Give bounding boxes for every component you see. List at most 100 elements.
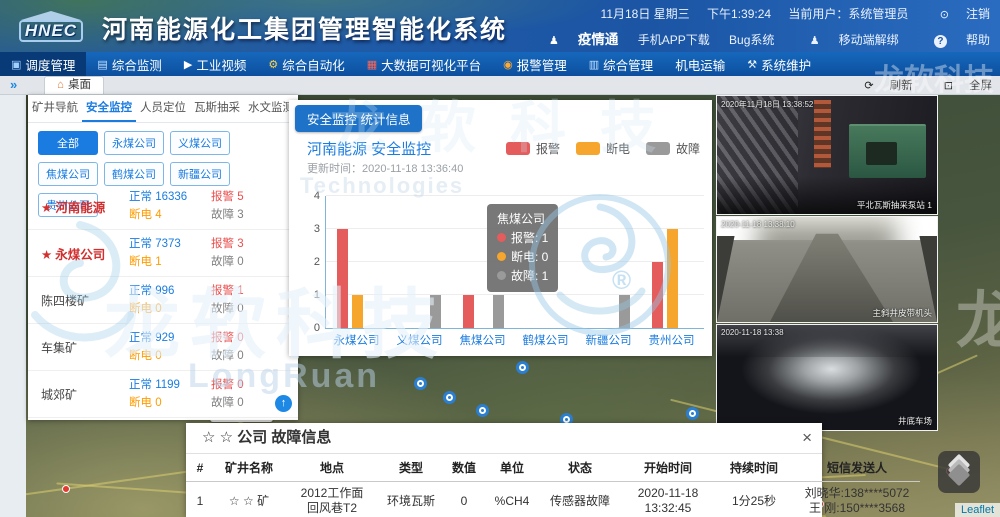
nav-item-label: 大数据可视化平台 bbox=[381, 55, 481, 74]
company-name: 陈四楼矿 bbox=[28, 292, 129, 309]
camera-timestamp: 2020-11-18 13:38 bbox=[721, 328, 784, 337]
company-stats-row[interactable]: ★永煤公司正常 7373断电 1报警 3故障 0 bbox=[28, 230, 298, 277]
camera-location-label: 主斜井皮带机头 bbox=[872, 307, 932, 319]
fault-count: 故障 0 bbox=[211, 347, 293, 365]
bar-故障-焦煤公司[interactable] bbox=[493, 295, 504, 328]
table-column-header: 类型 bbox=[380, 454, 442, 482]
link-app-download[interactable]: 手机APP下载 bbox=[638, 33, 710, 47]
company-name: 城郊矿 bbox=[28, 386, 129, 403]
scroll-up-button[interactable]: ↑ bbox=[275, 395, 292, 412]
nav-item-label: 调度管理 bbox=[25, 55, 75, 74]
map-marker[interactable] bbox=[476, 404, 489, 417]
table-cell: 环境瓦斯 bbox=[380, 482, 442, 517]
company-name: ★河南能源 bbox=[28, 197, 129, 216]
table-cell: 1分25秒 bbox=[714, 482, 794, 517]
fault-count: 故障 0 bbox=[211, 253, 293, 271]
link-bug-system[interactable]: Bug系统 bbox=[729, 33, 774, 47]
bar-报警-永煤公司[interactable] bbox=[337, 229, 348, 328]
chart-header-button[interactable]: 安全监控 统计信息 bbox=[295, 105, 422, 132]
fullscreen-button[interactable]: ⊡全屏 bbox=[930, 80, 992, 92]
map-marker[interactable] bbox=[516, 361, 529, 374]
table-column-header: 短信发送人 bbox=[794, 454, 920, 482]
header-links-row: ♟疫情通 手机APP下载 Bug系统 ♟移动端解绑 ?帮助 bbox=[517, 28, 990, 48]
nav-item-electromechanical-transport[interactable]: 机电运输 bbox=[664, 52, 736, 76]
panel-tab-personnel-location[interactable]: 人员定位 bbox=[136, 95, 190, 122]
nav-item-label: 工业视频 bbox=[196, 55, 246, 74]
x-axis-label[interactable]: 新疆公司 bbox=[577, 332, 640, 348]
company-stats-row[interactable]: 车集矿正常 929断电 0报警 0故障 0 bbox=[28, 324, 298, 371]
nav-item-integrated-automation[interactable]: ⚙综合自动化 bbox=[257, 52, 355, 76]
link-mobile-unbind[interactable]: ♟移动端解绑 bbox=[794, 33, 899, 47]
layers-control[interactable] bbox=[938, 451, 980, 493]
close-icon[interactable]: × bbox=[802, 423, 812, 453]
map-attribution[interactable]: Leaflet bbox=[955, 503, 1000, 517]
bar-断电-贵州公司[interactable] bbox=[667, 229, 678, 328]
stat-col-right: 报警 5故障 3 bbox=[211, 188, 293, 224]
table-row[interactable]: 1☆ ☆ 矿2012工作面 回风巷T2环境瓦斯0%CH4传感器故障2020-11… bbox=[186, 482, 920, 517]
x-axis-label[interactable]: 焦煤公司 bbox=[451, 332, 514, 348]
power-off-count: 断电 1 bbox=[129, 253, 211, 271]
panel-tab-gas-extraction[interactable]: 瓦斯抽采 bbox=[190, 95, 244, 122]
x-axis-label[interactable]: 永煤公司 bbox=[325, 332, 388, 348]
company-stats-row[interactable]: 城郊矿正常 1199断电 0报警 0故障 0 bbox=[28, 371, 298, 418]
table-cell: 1 bbox=[186, 482, 214, 517]
camera-feed-1[interactable]: 2020年11月18日 13:38:52 平北瓦斯抽采泵站 1 bbox=[716, 95, 938, 215]
map-marker[interactable] bbox=[414, 377, 427, 390]
screen-icon: ▤ bbox=[97, 58, 107, 71]
camera-scene bbox=[849, 124, 926, 178]
company-stats-row[interactable]: 陈四楼矿正常 996断电 0报警 1故障 0 bbox=[28, 277, 298, 324]
legend-item-报警[interactable]: 报警 bbox=[506, 140, 560, 157]
link-yiqingtong[interactable]: ♟疫情通 bbox=[533, 32, 618, 47]
nav-item-label: 综合自动化 bbox=[282, 55, 345, 74]
normal-count: 正常 929 bbox=[129, 329, 211, 347]
panel-tab-mine-navigation[interactable]: 矿井导航 bbox=[28, 95, 82, 122]
collapse-chevron-icon[interactable]: » bbox=[10, 77, 17, 92]
header-status-row: 11月18日 星期三 下午1:39:24 当前用户：系统管理员 ⊙注销 bbox=[517, 5, 990, 22]
camera-column: 2020年11月18日 13:38:52 平北瓦斯抽采泵站 1 2020-11-… bbox=[716, 95, 938, 432]
filter-button-yongmei[interactable]: 永煤公司 bbox=[104, 131, 164, 155]
bar-故障-新疆公司[interactable] bbox=[619, 295, 630, 328]
logout-button[interactable]: ⊙注销 bbox=[926, 7, 990, 21]
nav-item-industrial-video[interactable]: ▶工业视频 bbox=[173, 52, 257, 76]
camera-feed-3[interactable]: 2020-11-18 13:38 井底车场 bbox=[716, 324, 938, 431]
stat-col-left: 正常 16336断电 4 bbox=[129, 188, 211, 224]
filter-button-yimei[interactable]: 义煤公司 bbox=[170, 131, 230, 155]
bar-断电-永煤公司[interactable] bbox=[352, 295, 363, 328]
map-marker[interactable] bbox=[686, 407, 699, 420]
nav-item-integrated-monitoring[interactable]: ▤综合监测 bbox=[86, 52, 172, 76]
legend-item-断电[interactable]: 断电 bbox=[576, 140, 630, 157]
chart-title: 河南能源 安全监控 bbox=[307, 138, 431, 159]
nav-item-big-data-platform[interactable]: ▦ 大数据可视化平台 bbox=[356, 52, 492, 76]
nav-item-integrated-management[interactable]: ▥综合管理 bbox=[578, 52, 664, 76]
x-axis-label[interactable]: 贵州公司 bbox=[640, 332, 703, 348]
x-axis-label[interactable]: 义煤公司 bbox=[388, 332, 451, 348]
bar-故障-义煤公司[interactable] bbox=[430, 295, 441, 328]
chart-icon: ▦ bbox=[367, 58, 377, 71]
filter-button-all[interactable]: 全部 bbox=[38, 131, 98, 155]
panel-tabs: 矿井导航安全监控人员定位瓦斯抽采水文监测 bbox=[28, 95, 298, 123]
nav-item-alarm-management[interactable]: ◉报警管理 bbox=[492, 52, 578, 76]
legend-label: 报警 bbox=[536, 140, 560, 157]
table-column-header: 开始时间 bbox=[622, 454, 714, 482]
nav-item-label: 报警管理 bbox=[517, 55, 567, 74]
normal-count: 正常 996 bbox=[129, 282, 211, 300]
bar-报警-贵州公司[interactable] bbox=[652, 262, 663, 328]
alarm-count: 报警 5 bbox=[211, 188, 293, 206]
legend-item-故障[interactable]: 故障 bbox=[646, 140, 700, 157]
table-column-header: # bbox=[186, 454, 214, 482]
nav-item-system-maintenance[interactable]: ⚒系统维护 bbox=[736, 52, 822, 76]
tab-desktop[interactable]: ⌂桌面 bbox=[44, 76, 104, 94]
x-axis-label[interactable]: 鹤煤公司 bbox=[514, 332, 577, 348]
bar-报警-焦煤公司[interactable] bbox=[463, 295, 474, 328]
camera-feed-2[interactable]: 2020-11-18 13:38:10 主斜井皮带机头 bbox=[716, 216, 938, 323]
company-stats-row[interactable]: ★河南能源正常 16336断电 4报警 5故障 3 bbox=[28, 183, 298, 230]
panel-tab-safety-monitoring[interactable]: 安全监控 bbox=[82, 95, 136, 122]
alarm-count: 报警 3 bbox=[211, 235, 293, 253]
main-nav: ▣调度管理▤综合监测▶工业视频⚙综合自动化 ▦ 大数据可视化平台 ◉报警管理▥综合管理… bbox=[0, 52, 1000, 76]
nav-item-dispatch-management[interactable]: ▣调度管理 bbox=[0, 52, 86, 76]
table-cell: 0 bbox=[442, 482, 486, 517]
refresh-button[interactable]: ⟳刷新 bbox=[850, 80, 912, 92]
map-marker[interactable] bbox=[443, 391, 456, 404]
link-help[interactable]: ?帮助 bbox=[918, 33, 990, 47]
fault-table: #矿井名称地点类型数值单位状态开始时间持续时间短信发送人 1☆ ☆ 矿2012工… bbox=[186, 454, 920, 517]
